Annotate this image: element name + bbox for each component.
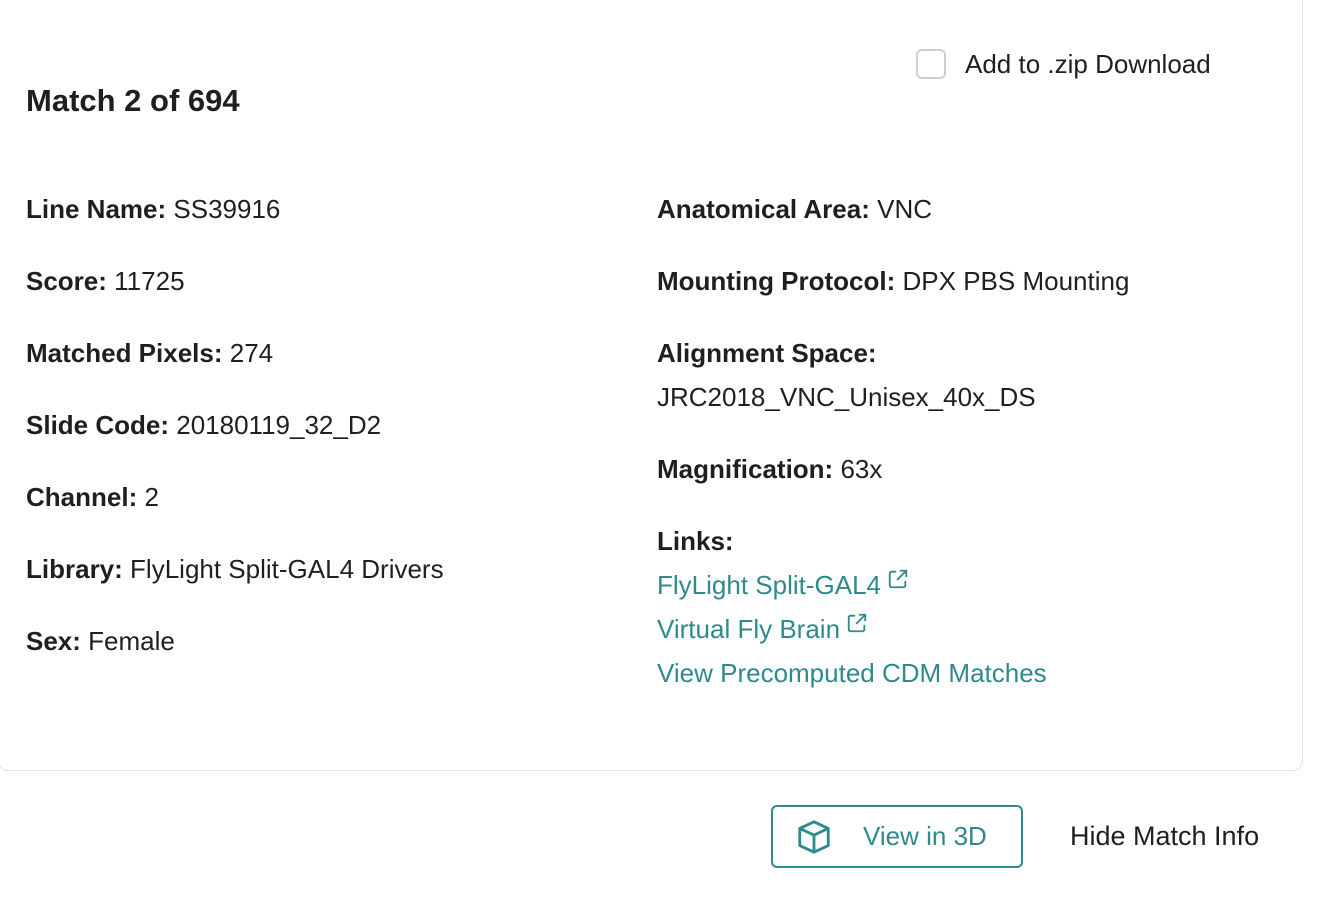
sex-value: Female	[88, 626, 175, 656]
hide-match-info-button[interactable]: Hide Match Info	[1070, 818, 1259, 854]
library-key: Library:	[26, 554, 123, 584]
score-value: 11725	[114, 266, 185, 296]
channel-value: 2	[144, 482, 159, 512]
channel-key: Channel:	[26, 482, 138, 512]
view-in-3d-label: View in 3D	[863, 821, 987, 851]
cube-icon	[798, 819, 830, 854]
magnification-field: Magnification: 63x	[657, 447, 882, 491]
match-info-page: Match 2 of 694 Add to .zip Download Line…	[0, 0, 1330, 912]
link-vfb-label: Virtual Fly Brain	[657, 614, 841, 644]
matched-pixels-value: 274	[229, 338, 274, 368]
link-virtual-fly-brain[interactable]: Virtual Fly Brain	[657, 607, 868, 651]
matched-pixels-key: Matched Pixels:	[26, 338, 223, 368]
score-key: Score:	[26, 266, 107, 296]
mounting-protocol-key: Mounting Protocol:	[657, 266, 896, 296]
mounting-protocol-value: DPX PBS Mounting	[902, 266, 1130, 296]
anatomical-area-field: Anatomical Area: VNC	[657, 187, 932, 231]
match-title: Match 2 of 694	[26, 83, 240, 118]
zip-download-label: Add to .zip Download	[965, 49, 1211, 79]
links-heading: Links:	[657, 519, 734, 563]
link-cdm-label: View Precomputed CDM Matches	[657, 658, 1047, 688]
slide-code-key: Slide Code:	[26, 410, 170, 440]
alignment-space-key: Alignment Space:	[657, 338, 877, 368]
external-link-icon	[847, 613, 867, 633]
slide-code-field: Slide Code: 20180119_32_D2	[26, 403, 381, 447]
line-name-value: SS39916	[173, 194, 281, 224]
line-name-field: Line Name: SS39916	[26, 187, 280, 231]
link-flylight-split-gal4[interactable]: FlyLight Split-GAL4	[657, 563, 909, 607]
magnification-key: Magnification:	[657, 454, 834, 484]
sex-field: Sex: Female	[26, 619, 175, 663]
anatomical-area-key: Anatomical Area:	[657, 194, 870, 224]
link-flylight-label: FlyLight Split-GAL4	[657, 570, 881, 600]
zip-download-checkbox[interactable]	[916, 49, 946, 79]
alignment-space-key-line: Alignment Space:	[657, 331, 877, 375]
sex-key: Sex:	[26, 626, 81, 656]
alignment-space-value-line: JRC2018_VNC_Unisex_40x_DS	[657, 375, 1036, 419]
view-in-3d-button[interactable]: View in 3D	[771, 805, 1023, 868]
link-view-precomputed-cdm-matches[interactable]: View Precomputed CDM Matches	[657, 651, 1047, 695]
external-link-icon	[888, 569, 908, 589]
zip-download-toggle[interactable]: Add to .zip Download	[916, 48, 1211, 80]
magnification-value: 63x	[840, 454, 883, 484]
library-value: FlyLight Split-GAL4 Drivers	[130, 554, 444, 584]
library-field: Library: FlyLight Split-GAL4 Drivers	[26, 547, 444, 591]
alignment-space-value: JRC2018_VNC_Unisex_40x_DS	[657, 382, 1036, 412]
mounting-protocol-field: Mounting Protocol: DPX PBS Mounting	[657, 259, 1129, 303]
slide-code-value: 20180119_32_D2	[176, 410, 382, 440]
line-name-key: Line Name:	[26, 194, 167, 224]
channel-field: Channel: 2	[26, 475, 159, 519]
score-field: Score: 11725	[26, 259, 185, 303]
links-key: Links:	[657, 526, 734, 556]
matched-pixels-field: Matched Pixels: 274	[26, 331, 273, 375]
anatomical-area-value: VNC	[877, 194, 933, 224]
